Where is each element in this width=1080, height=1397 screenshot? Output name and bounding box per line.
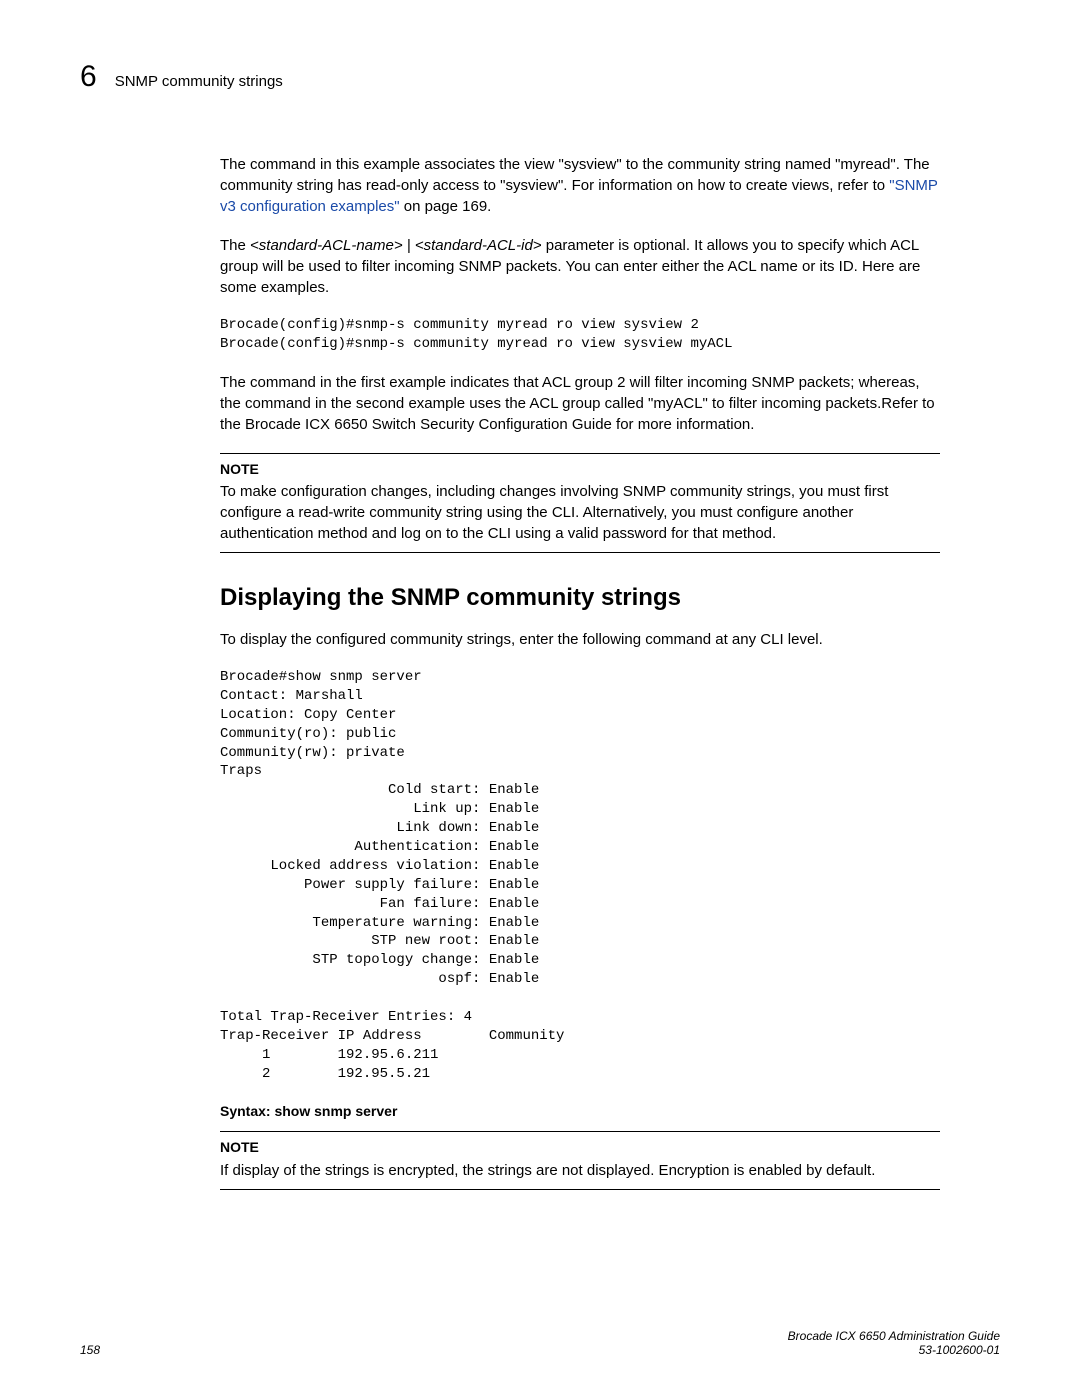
page-footer: 158 Brocade ICX 6650 Administration Guid… <box>80 1329 1000 1357</box>
note-text: To make configuration changes, including… <box>220 481 940 544</box>
header-title: SNMP community strings <box>115 73 283 90</box>
paragraph: The command in this example associates t… <box>220 154 940 217</box>
section-heading: Displaying the SNMP community strings <box>220 581 940 615</box>
syntax-line: Syntax: show snmp server <box>220 1102 940 1122</box>
code-block: Brocade(config)#snmp-s community myread … <box>220 316 940 354</box>
note-label: NOTE <box>220 1138 940 1158</box>
note-rule-bottom <box>220 1189 940 1190</box>
note-rule-top <box>220 453 940 454</box>
text: The command in this example associates t… <box>220 156 930 194</box>
code-block: Brocade#show snmp server Contact: Marsha… <box>220 668 940 1084</box>
note-label: NOTE <box>220 460 940 480</box>
note-rule-top <box>220 1131 940 1132</box>
paragraph: The command in the first example indicat… <box>220 372 940 435</box>
parameter-name: <standard-ACL-name> | <standard-ACL-id> <box>250 237 542 254</box>
note-rule-bottom <box>220 552 940 553</box>
doc-number: 53-1002600-01 <box>788 1343 1000 1357</box>
chapter-number: 6 <box>80 60 97 94</box>
page-number: 158 <box>80 1343 100 1357</box>
paragraph: The <standard-ACL-name> | <standard-ACL-… <box>220 235 940 298</box>
text: on page 169. <box>400 198 492 215</box>
paragraph: To display the configured community stri… <box>220 629 940 650</box>
page-content: The command in this example associates t… <box>220 154 940 1190</box>
page-header: 6 SNMP community strings <box>80 60 1000 94</box>
footer-doc-info: Brocade ICX 6650 Administration Guide 53… <box>788 1329 1000 1357</box>
document-page: 6 SNMP community strings The command in … <box>0 0 1080 1397</box>
note-text: If display of the strings is encrypted, … <box>220 1160 940 1181</box>
text: The <box>220 237 250 254</box>
doc-title: Brocade ICX 6650 Administration Guide <box>788 1329 1000 1343</box>
